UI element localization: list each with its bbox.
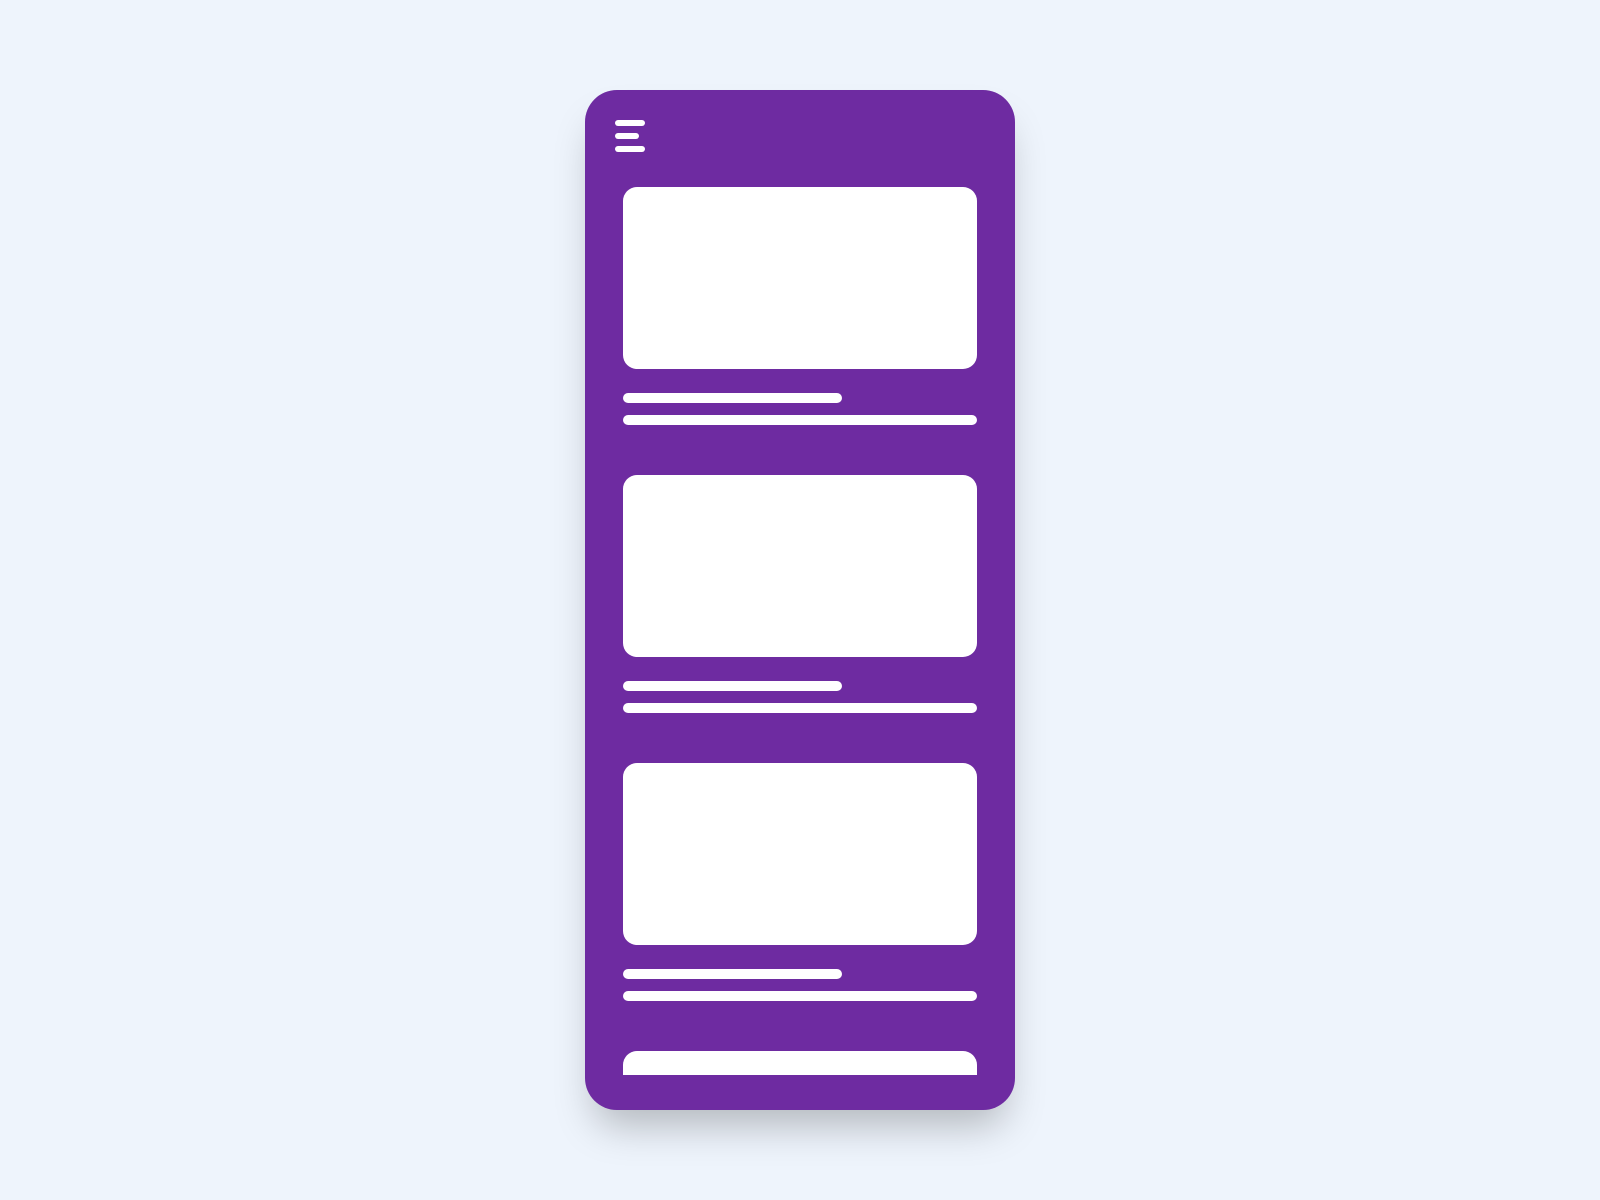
phone-frame (585, 90, 1015, 1110)
card-image-placeholder (623, 187, 977, 369)
card-image-placeholder (623, 1051, 977, 1075)
feed-card[interactable] (623, 763, 977, 1001)
feed-card[interactable] (623, 187, 977, 425)
text-line (623, 703, 977, 713)
text-line (623, 415, 977, 425)
card-text-placeholder (623, 681, 977, 713)
card-text-placeholder (623, 393, 977, 425)
card-image-placeholder (623, 475, 977, 657)
text-line (623, 681, 842, 691)
hamburger-menu-icon[interactable] (615, 120, 647, 152)
feed-card[interactable] (623, 475, 977, 713)
card-text-placeholder (623, 969, 977, 1001)
text-line (623, 969, 842, 979)
feed-card[interactable] (623, 1051, 977, 1075)
card-image-placeholder (623, 763, 977, 945)
text-line (623, 393, 842, 403)
text-line (623, 991, 977, 1001)
header (585, 90, 1015, 167)
content-feed[interactable] (585, 167, 1015, 1075)
